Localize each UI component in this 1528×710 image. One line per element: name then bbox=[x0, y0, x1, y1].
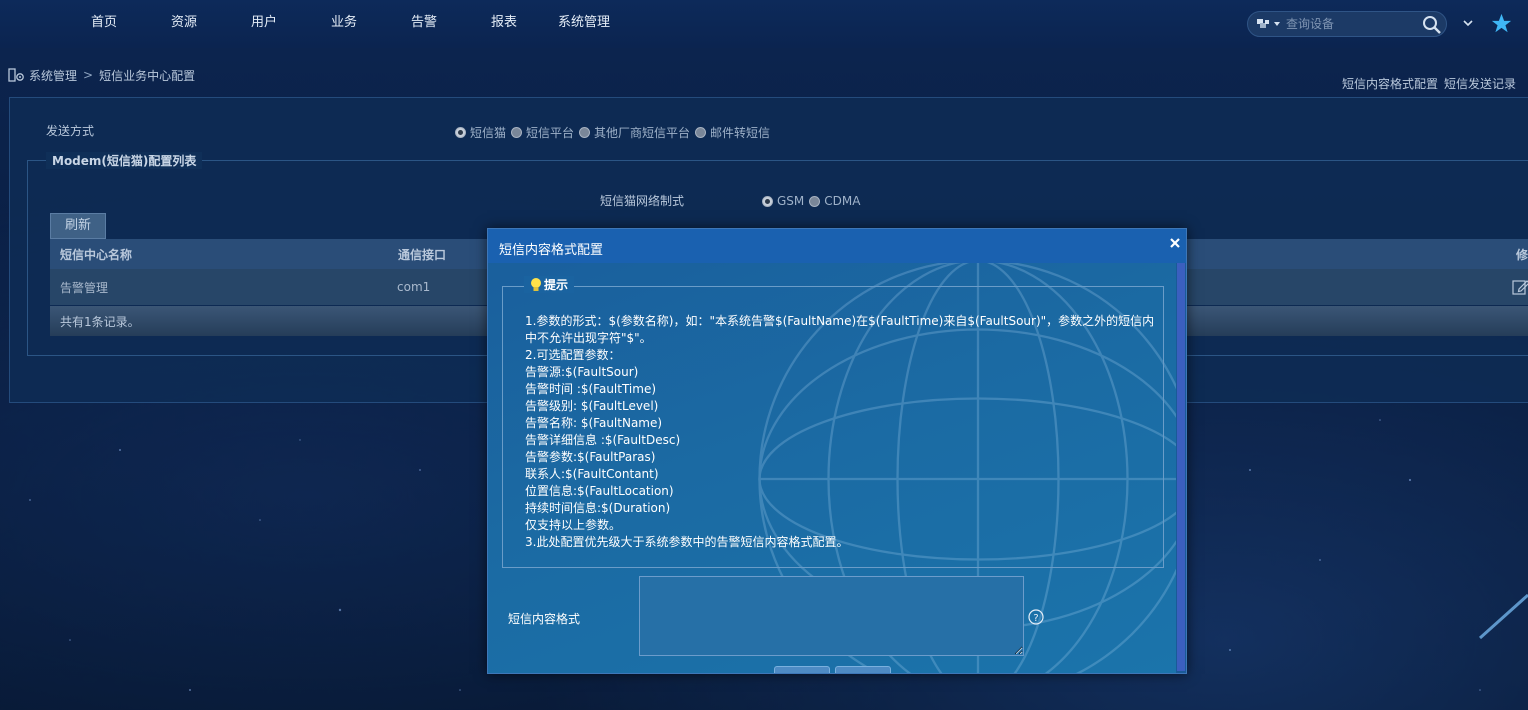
column-header-center-name[interactable]: 短信中心名称 bbox=[60, 239, 132, 269]
network-type-radio-group: GSM CDMA bbox=[762, 194, 865, 208]
option-label: CDMA bbox=[824, 194, 861, 208]
tip-line: 告警名称: $(FaultName) bbox=[525, 416, 663, 430]
breadcrumb-current: 短信业务中心配置 bbox=[99, 68, 196, 83]
breadcrumb: 系统管理 > 短信业务中心配置 bbox=[8, 66, 195, 84]
nav-resources[interactable]: 资源 bbox=[144, 0, 224, 48]
nav-business[interactable]: 业务 bbox=[304, 0, 384, 48]
tip-content: 1.参数的形式：$(参数名称)，如："本系统告警$(FaultName)在$(F… bbox=[525, 313, 1155, 551]
breadcrumb-separator: > bbox=[83, 68, 94, 82]
radio-email-to-sms[interactable] bbox=[695, 127, 707, 138]
edit-icon[interactable] bbox=[1512, 278, 1528, 296]
radio-sms-platform[interactable] bbox=[511, 127, 523, 138]
option-label: 其他厂商短信平台 bbox=[594, 126, 691, 140]
tip-line: 3.此处配置优先级大于系统参数中的告警短信内容格式配置。 bbox=[525, 535, 849, 549]
star-icon[interactable] bbox=[1491, 13, 1512, 34]
option-label: 邮件转短信 bbox=[710, 126, 771, 140]
tip-line: 告警源:$(FaultSour) bbox=[525, 365, 639, 379]
nav-home[interactable]: 首页 bbox=[64, 0, 144, 48]
magnifier-icon[interactable] bbox=[1422, 15, 1442, 35]
send-mode-option-sms-modem[interactable]: 短信猫 bbox=[455, 124, 506, 141]
refresh-button[interactable]: 刷新 bbox=[50, 213, 106, 239]
confirm-button[interactable] bbox=[774, 666, 830, 673]
sms-format-label: 短信内容格式 bbox=[508, 612, 581, 626]
dialog-header: 短信内容格式配置 bbox=[488, 229, 1186, 263]
record-count: 共有1条记录。 bbox=[60, 314, 140, 329]
option-label: 短信猫 bbox=[470, 126, 507, 140]
radio-gsm[interactable] bbox=[762, 195, 773, 207]
device-search-input[interactable] bbox=[1286, 14, 1416, 34]
nav-system-management[interactable]: 系统管理 bbox=[544, 0, 624, 48]
lightbulb-icon bbox=[531, 277, 541, 291]
cancel-button[interactable] bbox=[835, 666, 891, 673]
send-mode-option-sms-platform[interactable]: 短信平台 bbox=[511, 124, 574, 141]
close-icon[interactable] bbox=[1168, 236, 1182, 250]
link-sms-format-config[interactable]: 短信内容格式配置 bbox=[1342, 75, 1438, 92]
tip-line: 2.可选配置参数： bbox=[525, 348, 621, 362]
question-icon[interactable]: ? bbox=[1028, 609, 1044, 625]
nav-reports[interactable]: 报表 bbox=[464, 0, 544, 48]
top-navigation-bar: 首页 资源 用户 业务 告警 报表 系统管理 bbox=[0, 0, 1528, 48]
tip-line: 告警详细信息 :$(FaultDesc) bbox=[525, 433, 681, 447]
device-type-icon[interactable] bbox=[1256, 17, 1284, 31]
send-mode-option-other-vendor[interactable]: 其他厂商短信平台 bbox=[579, 124, 690, 141]
modem-config-legend: Modem(短信猫)配置列表 bbox=[46, 152, 203, 169]
tip-line: 位置信息:$(FaultLocation) bbox=[525, 484, 674, 498]
network-option-cdma[interactable]: CDMA bbox=[809, 194, 860, 208]
send-mode-radio-group: 短信猫 短信平台 其他厂商短信平台 邮件转短信 bbox=[455, 124, 775, 141]
device-search-box bbox=[1247, 11, 1447, 37]
cell-port: com1 bbox=[397, 280, 431, 294]
send-mode-label: 发送方式 bbox=[46, 124, 95, 138]
svg-text:?: ? bbox=[1033, 613, 1038, 624]
column-header-port[interactable]: 通信接口 bbox=[398, 239, 446, 269]
tip-line: 告警时间 :$(FaultTime) bbox=[525, 382, 657, 396]
tip-line: 告警级别: $(FaultLevel) bbox=[525, 399, 659, 413]
link-sms-send-records[interactable]: 短信发送记录 bbox=[1444, 75, 1516, 92]
tip-legend: 提示 bbox=[524, 276, 575, 293]
nav-alarms[interactable]: 告警 bbox=[384, 0, 464, 48]
option-label: 短信平台 bbox=[526, 126, 575, 140]
tip-line: 告警参数:$(FaultParas) bbox=[525, 450, 656, 464]
sms-format-config-dialog: 短信内容格式配置 提示 1.参数的形式：$(参数名称)，如："本系统告警$(Fa… bbox=[487, 228, 1187, 674]
chevron-down-icon[interactable] bbox=[1461, 16, 1475, 30]
network-option-gsm[interactable]: GSM bbox=[762, 194, 804, 208]
tip-line: 持续时间信息:$(Duration) bbox=[525, 501, 671, 515]
network-type-label: 短信猫网络制式 bbox=[600, 194, 685, 208]
tip-line: 联系人:$(FaultContant) bbox=[525, 467, 659, 481]
sms-format-textarea[interactable] bbox=[639, 576, 1024, 656]
tip-line: 1.参数的形式：$(参数名称)，如："本系统告警$(FaultName)在$(F… bbox=[525, 314, 1155, 345]
page-links: 短信内容格式配置 短信发送记录 bbox=[1342, 75, 1516, 92]
dialog-title: 短信内容格式配置 bbox=[499, 243, 604, 258]
dialog-scrollbar-thumb[interactable] bbox=[1177, 263, 1185, 671]
radio-sms-modem[interactable] bbox=[455, 127, 466, 138]
tip-title: 提示 bbox=[544, 278, 569, 292]
tip-line: 仅支持以上参数。 bbox=[525, 518, 622, 532]
option-label: GSM bbox=[777, 194, 805, 208]
send-mode-option-email-to-sms[interactable]: 邮件转短信 bbox=[695, 124, 770, 141]
column-header-edit: 修 bbox=[1516, 247, 1528, 262]
settings-icon bbox=[8, 68, 24, 82]
main-nav: 首页 资源 用户 业务 告警 报表 系统管理 bbox=[64, 0, 624, 48]
breadcrumb-root[interactable]: 系统管理 bbox=[29, 67, 77, 84]
radio-other-vendor[interactable] bbox=[579, 127, 591, 138]
cell-center-name: 告警管理 bbox=[60, 280, 109, 295]
nav-users[interactable]: 用户 bbox=[224, 0, 304, 48]
radio-cdma[interactable] bbox=[809, 195, 821, 207]
